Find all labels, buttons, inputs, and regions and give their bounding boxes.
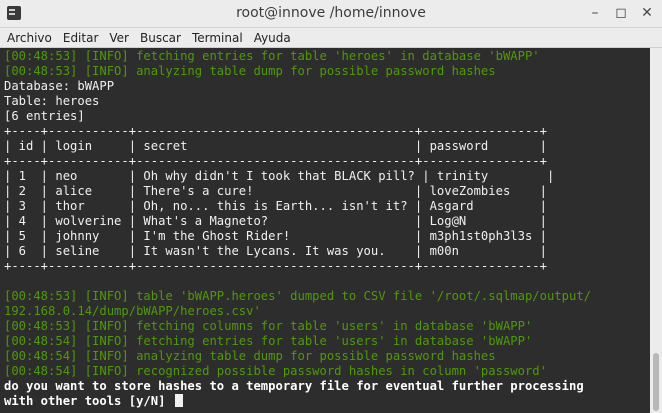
close-icon[interactable]: ✕	[638, 4, 656, 22]
menu-archivo[interactable]: Archivo	[3, 31, 56, 45]
menu-buscar[interactable]: Buscar	[136, 31, 185, 45]
table-row: | 2 | alice | There's a cure! | loveZomb…	[4, 184, 547, 198]
menu-bar: Archivo Editar Ver Buscar Terminal Ayuda	[0, 28, 662, 48]
table-header: | id | login | secret | password |	[4, 139, 547, 153]
terminal-line: Table: heroes	[4, 94, 100, 108]
maximize-icon[interactable]: ◻	[612, 4, 630, 22]
table-border: +----+-----------+----------------------…	[4, 154, 547, 168]
menu-terminal[interactable]: Terminal	[188, 31, 247, 45]
title-bar[interactable]: root@innove /home/innove – ◻ ✕	[0, 0, 662, 28]
prompt-question: do you want to store hashes to a tempora…	[4, 379, 584, 393]
prompt-text: with other tools [y/N]	[4, 394, 173, 408]
table-row: | 4 | wolverine | What's a Magneto? | Lo…	[4, 214, 547, 228]
terminal-line: [00:48:53] [INFO] analyzing table dump f…	[4, 64, 496, 78]
terminal-line: [00:48:54] [INFO] analyzing table dump f…	[4, 349, 496, 363]
window-title: root@innove /home/innove	[236, 5, 426, 21]
terminal-line: [00:48:53] [INFO] fetching entries for t…	[4, 49, 540, 63]
terminal-line: [00:48:53] [INFO] fetching columns for t…	[4, 319, 533, 333]
terminal-output[interactable]: [00:48:53] [INFO] fetching entries for t…	[0, 48, 650, 413]
terminal-line: Database: bWAPP	[4, 79, 115, 93]
table-border: +----+-----------+----------------------…	[4, 259, 547, 273]
terminal-line: [00:48:53] [INFO] table 'bWAPP.heroes' d…	[4, 289, 591, 303]
menu-ver[interactable]: Ver	[105, 31, 133, 45]
minimize-icon[interactable]: –	[586, 4, 604, 22]
terminal-line: [6 entries]	[4, 109, 85, 123]
prompt-input-line[interactable]: with other tools [y/N]	[4, 394, 183, 409]
table-row: | 6 | seline | It wasn't the Lycans. It …	[4, 244, 547, 258]
scrollbar-thumb[interactable]	[653, 353, 659, 411]
menu-ayuda[interactable]: Ayuda	[250, 31, 295, 45]
menu-editar[interactable]: Editar	[59, 31, 103, 45]
table-row: | 1 | neo | Oh why didn't I took that BL…	[4, 169, 555, 183]
terminal-window: root@innove /home/innove – ◻ ✕ Archivo E…	[0, 0, 662, 413]
window-controls: – ◻ ✕	[586, 4, 656, 22]
vertical-scrollbar[interactable]	[650, 48, 662, 413]
table-border: +----+-----------+----------------------…	[4, 124, 547, 138]
text-cursor	[174, 394, 183, 407]
terminal-line: [00:48:54] [INFO] fetching entries for t…	[4, 334, 533, 348]
table-row: | 3 | thor | Oh, no... this is Earth... …	[4, 199, 547, 213]
table-row: | 5 | johnny | I'm the Ghost Rider! | m3…	[4, 229, 547, 243]
terminal-line: [00:48:54] [INFO] recognized possible pa…	[4, 364, 547, 378]
terminal-line: 192.168.0.14/dump/bWAPP/heroes.csv'	[4, 304, 261, 318]
